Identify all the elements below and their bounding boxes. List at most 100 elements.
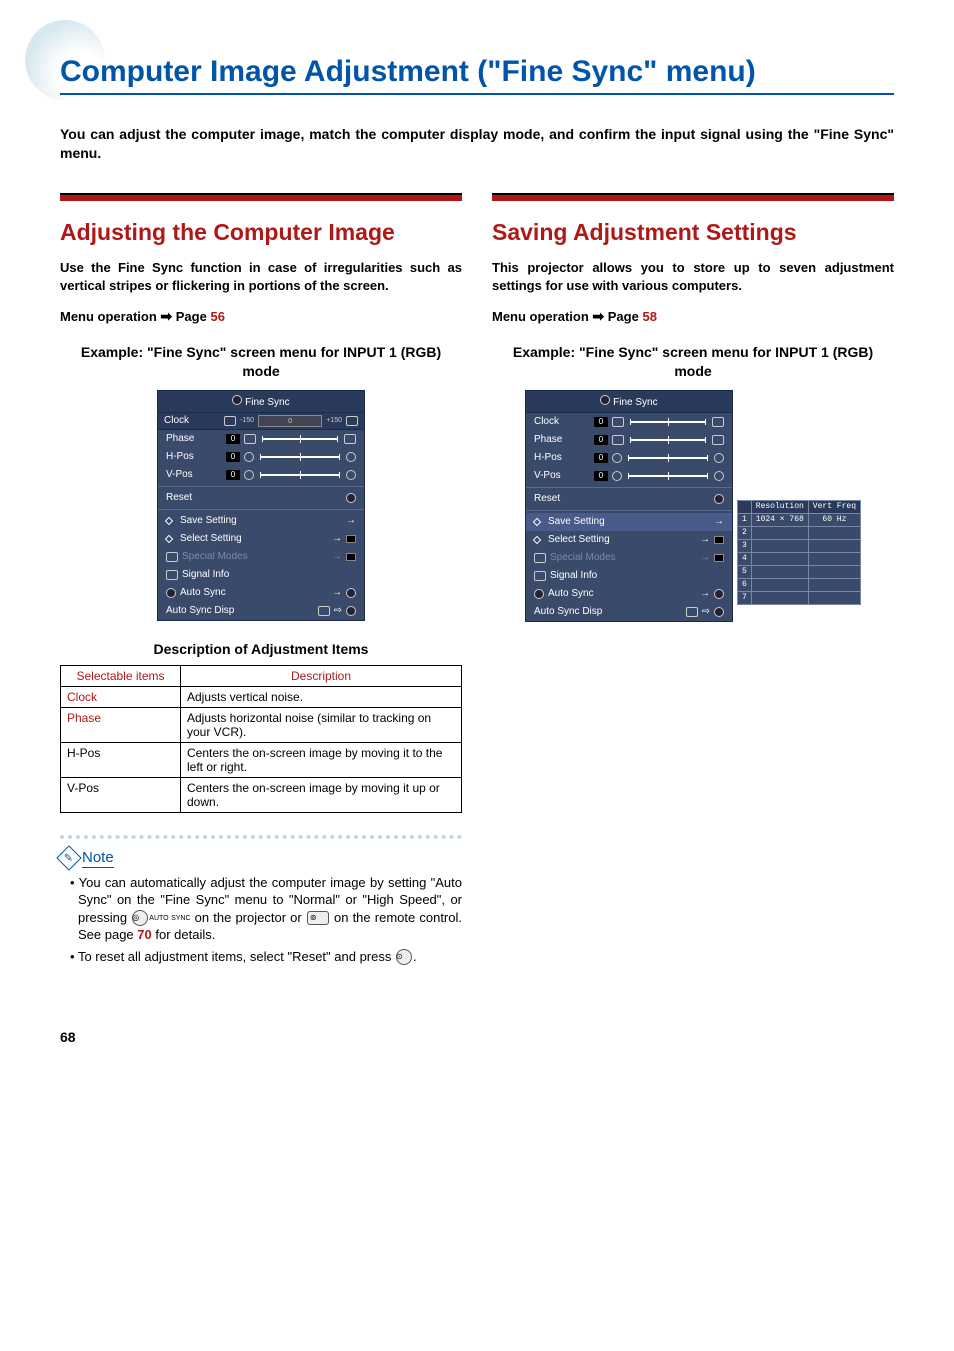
osd-row-auto: Auto Sync → [526, 585, 732, 603]
page-link[interactable]: 70 [137, 927, 151, 942]
slider [628, 475, 708, 477]
clock-scale: 0 [258, 415, 322, 427]
slider [262, 438, 338, 440]
diamond-icon [533, 517, 541, 525]
desc-heading: Description of Adjustment Items [60, 641, 462, 657]
arrow-right-icon: → [332, 551, 342, 562]
table-header: Selectable items [61, 665, 181, 686]
table-row: 7 [737, 591, 860, 604]
table-row: 6 [737, 578, 860, 591]
arrow-right-icon: ⇨ [334, 605, 342, 616]
osd-menu-right: Fine Sync Clock 0 Phase 0 H-Po [525, 390, 733, 622]
table-row: 4 [737, 552, 860, 565]
pos-icon [244, 470, 254, 480]
notes-list: You can automatically adjust the compute… [60, 874, 462, 966]
arrow-right-icon: → [346, 515, 356, 526]
osd-title: Fine Sync [526, 391, 732, 413]
osd-title: Fine Sync [158, 391, 364, 413]
osd-row-phase: Phase 0 [526, 431, 732, 449]
table-row: 11024 × 76860 Hz [737, 513, 860, 526]
section-body-right: This projector allows you to store up to… [492, 259, 894, 294]
diamond-icon [165, 534, 173, 542]
diamond-icon [165, 516, 173, 524]
osd-clock-row: Clock -150 0 +150 [158, 413, 364, 430]
note-item: You can automatically adjust the compute… [70, 874, 462, 944]
osd-row-reset: Reset [526, 490, 732, 508]
sync-icon [534, 589, 544, 599]
table-row: 3 [737, 539, 860, 552]
menu-op-prefix: Menu operation [60, 309, 157, 324]
slider [260, 456, 340, 458]
table-row: Clock Adjusts vertical noise. [61, 686, 462, 707]
modes-icon [166, 552, 178, 562]
page-number: 68 [60, 1029, 894, 1045]
pos-icon [244, 452, 254, 462]
menu-operation-right: Menu operation ➡ Page 58 [492, 308, 894, 325]
disp-icon [318, 606, 330, 616]
osd-row-select: Select Setting → [526, 531, 732, 549]
section-divider [492, 193, 894, 201]
osd-row-clock: Clock 0 [526, 413, 732, 431]
osd-row-signal: Signal Info [526, 567, 732, 585]
osd-row-autodisp: Auto Sync Disp ⇨ [526, 603, 732, 621]
modes-icon [534, 553, 546, 563]
slider-icon [224, 416, 236, 426]
pos-icon [612, 471, 622, 481]
enter-button-icon: ⊙ [396, 949, 412, 965]
sync-icon [714, 589, 724, 599]
sync-icon [232, 395, 242, 405]
osd-row-vpos: V-Pos 0 [526, 467, 732, 485]
page-link[interactable]: 56 [210, 309, 224, 324]
pos-icon [714, 471, 724, 481]
table-header: Vert Freq [808, 500, 860, 513]
menu-op-page-label: Page [176, 309, 207, 324]
table-row: V-Pos Centers the on-screen image by mov… [61, 777, 462, 812]
table-row: H-Pos Centers the on-screen image by mov… [61, 742, 462, 777]
osd-row-signal: Signal Info [158, 566, 364, 584]
square-icon [346, 535, 356, 543]
pos-icon [346, 452, 356, 462]
slider [630, 421, 706, 423]
section-body-left: Use the Fine Sync function in case of ir… [60, 259, 462, 294]
section-divider [60, 193, 462, 201]
osd-row-hpos: H-Pos 0 [526, 449, 732, 467]
menu-operation-left: Menu operation ➡ Page 56 [60, 308, 462, 325]
note-label: ✎ Note [60, 849, 462, 868]
osd-row-save: Save Setting → [158, 512, 364, 530]
osd-row-autodisp: Auto Sync Disp ⇨ [158, 602, 364, 620]
info-icon [166, 570, 178, 580]
osd-row-select: Select Setting → [158, 530, 364, 548]
slider-icon [344, 434, 356, 444]
arrow-right-icon: → [332, 587, 342, 598]
arrow-right-icon: ➡ [592, 308, 604, 324]
square-icon [714, 554, 724, 562]
page-title: Computer Image Adjustment ("Fine Sync" m… [60, 30, 894, 95]
square-icon [714, 536, 724, 544]
arrow-right-icon: → [714, 516, 724, 527]
arrow-right-icon: → [700, 588, 710, 599]
arrow-right-icon: ⇨ [702, 606, 710, 617]
osd-row-reset: Reset [158, 489, 364, 507]
reset-icon [346, 493, 356, 503]
sync-icon [600, 395, 610, 405]
note-icon: ✎ [56, 845, 81, 870]
sync-icon [166, 588, 176, 598]
intro-text: You can adjust the computer image, match… [60, 125, 894, 163]
osd-row-phase: Phase 0 [158, 430, 364, 448]
page-link[interactable]: 58 [642, 309, 656, 324]
table-row: Phase Adjusts horizontal noise (similar … [61, 707, 462, 742]
table-row: 5 [737, 565, 860, 578]
slider-icon [712, 435, 724, 445]
table-header-blank [737, 500, 751, 513]
osd-row-auto: Auto Sync → [158, 584, 364, 602]
diamond-icon [533, 535, 541, 543]
sync-icon [346, 606, 356, 616]
sync-icon [346, 588, 356, 598]
pos-icon [612, 453, 622, 463]
dotted-divider [60, 835, 462, 839]
slider-icon [612, 435, 624, 445]
table-header: Description [181, 665, 462, 686]
slider-icon [612, 417, 624, 427]
osd-menu-left: Fine Sync Clock -150 0 +150 Phase 0 H-Po… [157, 390, 365, 621]
slider-icon [712, 417, 724, 427]
